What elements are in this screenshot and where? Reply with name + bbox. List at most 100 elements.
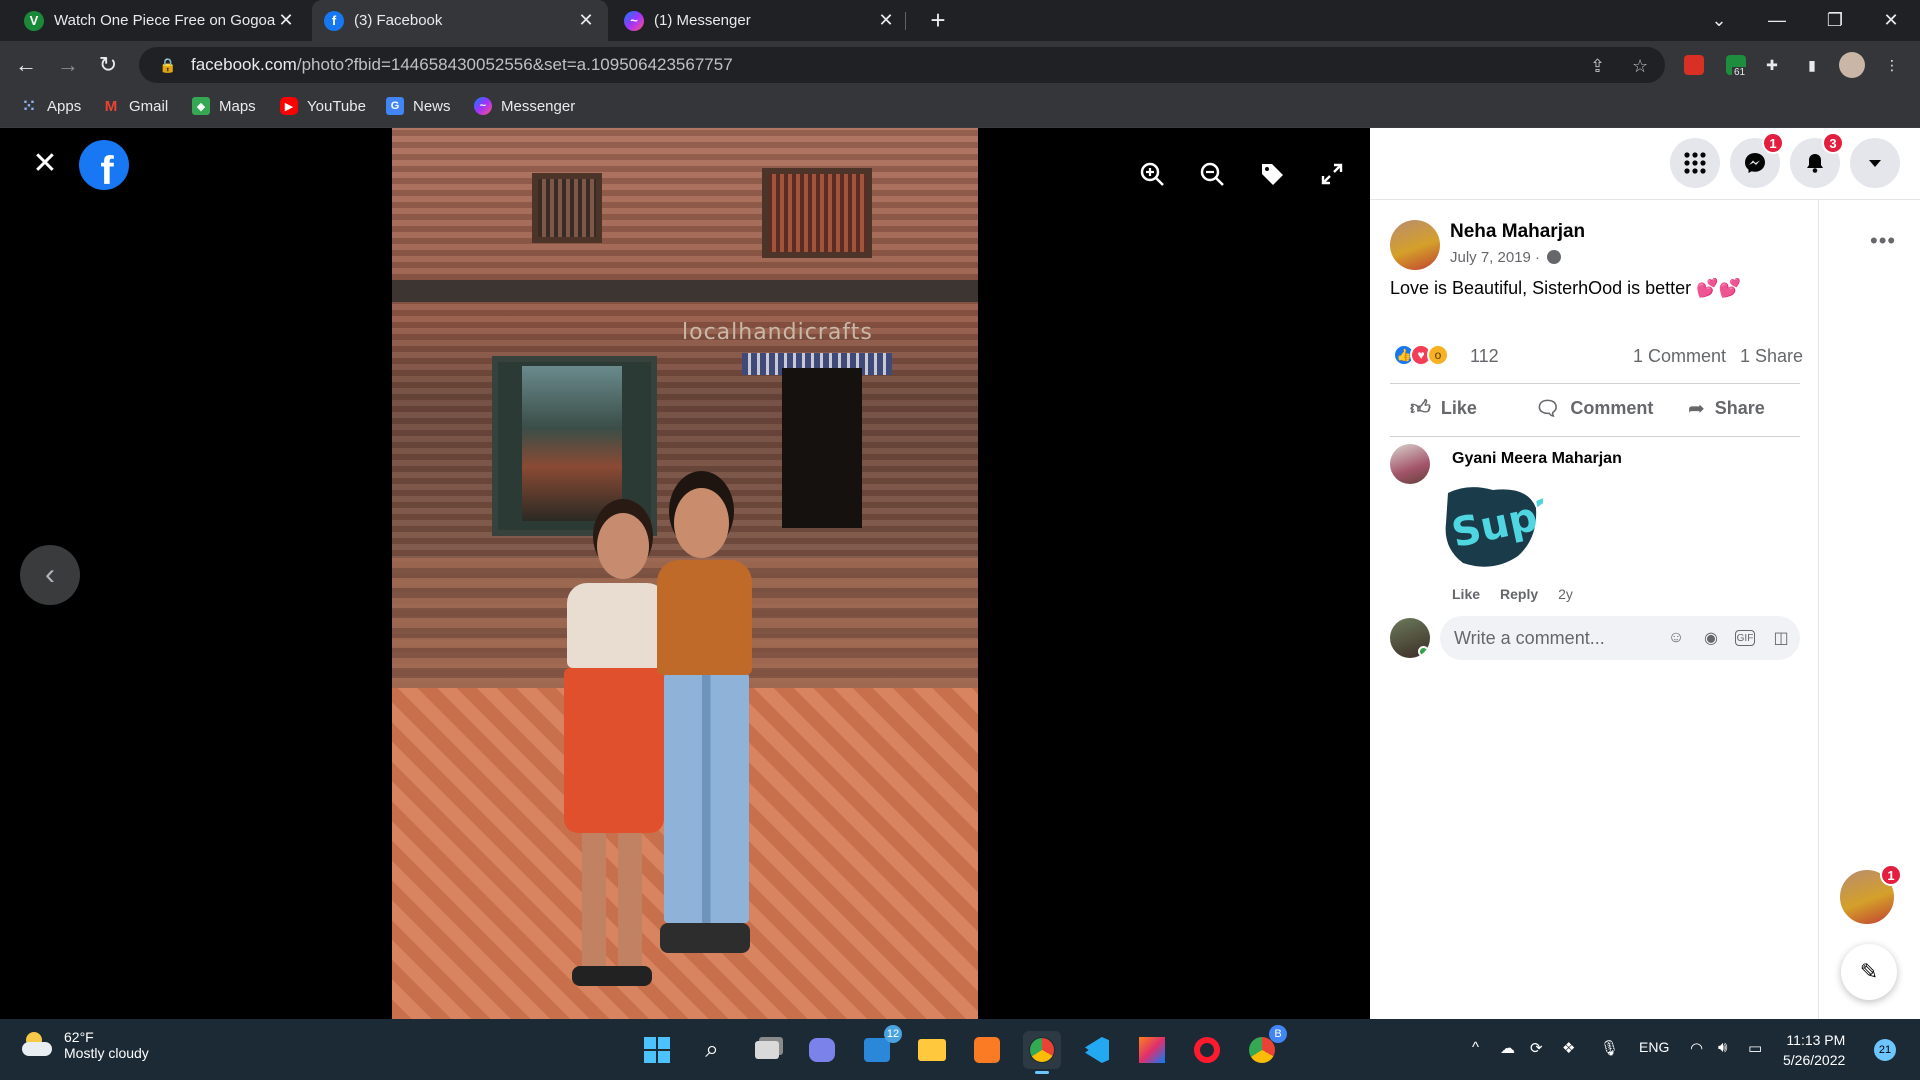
photo-sandals [572, 966, 652, 986]
notification-center-badge[interactable]: 21 [1874, 1039, 1896, 1061]
comment-count[interactable]: 1 Comment [1633, 346, 1726, 367]
bookmark-apps[interactable]: ⁙ Apps [20, 97, 81, 116]
minimize-icon[interactable]: — [1748, 0, 1806, 41]
address-bar[interactable]: 🔒 facebook.com /photo?fbid=1446584300525… [139, 47, 1665, 83]
forward-icon[interactable]: → [52, 49, 84, 81]
side-panel-icon[interactable]: ▮ [1798, 51, 1826, 79]
globe-icon [1547, 250, 1562, 264]
bookmark-news[interactable]: G News [386, 97, 451, 115]
task-view-icon[interactable] [748, 1031, 786, 1069]
tab-search-icon[interactable]: ⌄ [1690, 0, 1748, 41]
close-icon[interactable]: ✕ [576, 10, 596, 31]
emoji-icon[interactable]: ☺ [1665, 627, 1687, 649]
share-count[interactable]: 1 Share [1740, 346, 1803, 367]
file-explorer-icon[interactable] [913, 1031, 951, 1069]
sync-icon[interactable]: ⟳ [1530, 1039, 1543, 1057]
url-host: facebook.com [191, 55, 297, 74]
photo-person-head [597, 513, 649, 579]
fullscreen-icon[interactable] [1314, 156, 1350, 192]
account-menu-button[interactable] [1850, 138, 1900, 188]
close-icon[interactable]: ✕ [276, 10, 296, 31]
like-button[interactable]: 👍︎ Like [1410, 396, 1477, 420]
new-message-button[interactable]: ✎ [1841, 944, 1897, 1000]
tab-facebook[interactable]: f (3) Facebook ✕ [312, 0, 608, 41]
comment-actions: Like Reply 2y [1452, 586, 1573, 602]
tab-messenger[interactable]: ~ (1) Messenger ✕ [612, 0, 908, 41]
bookmark-maps[interactable]: ◆ Maps [192, 97, 256, 115]
close-viewer-icon[interactable]: ✕ [30, 149, 60, 180]
dropbox-icon[interactable]: ❖ [1562, 1039, 1575, 1057]
more-options-icon[interactable]: ••• [1870, 228, 1896, 254]
volume-icon[interactable]: 🔊︎ [1718, 1039, 1727, 1056]
bookmark-gmail[interactable]: M Gmail [102, 97, 168, 115]
microsoft-store-icon[interactable]: 12 [858, 1025, 902, 1069]
messenger-button[interactable]: 1 [1730, 132, 1784, 188]
microphone-icon[interactable]: 🎙︎ [1600, 1039, 1619, 1057]
sticker-icon[interactable]: ◫ [1770, 627, 1792, 649]
system-clock[interactable]: 11:13 PM 5/26/2022 [1783, 1030, 1845, 1070]
wifi-icon[interactable]: ◠ [1690, 1039, 1703, 1057]
comment-like-link[interactable]: Like [1452, 586, 1480, 602]
back-icon[interactable]: ← [10, 49, 42, 81]
chat-head-avatar[interactable]: 1 [1838, 864, 1902, 926]
comment-reply-link[interactable]: Reply [1500, 586, 1538, 602]
bookmark-messenger[interactable]: ~ Messenger [474, 97, 575, 115]
current-user-avatar[interactable] [1390, 618, 1430, 658]
window-close-icon[interactable]: ✕ [1862, 0, 1920, 41]
intellij-icon[interactable] [1133, 1031, 1171, 1069]
chrome-taskbar-icon[interactable] [1023, 1031, 1061, 1074]
tag-icon[interactable] [1254, 156, 1290, 192]
battery-icon[interactable]: ▭ [1748, 1039, 1762, 1057]
comment-bubble-icon: 🗨︎ [1535, 398, 1561, 420]
photo-person-legs [582, 828, 642, 968]
post-photo[interactable]: localhandicrafts [392, 128, 978, 1019]
teams-chat-icon[interactable] [803, 1031, 841, 1069]
reaction-icons[interactable]: 👍 ♥ o [1393, 344, 1449, 366]
restore-icon[interactable]: ❐ [1806, 0, 1864, 41]
close-icon[interactable]: ✕ [876, 10, 896, 31]
show-hidden-icons[interactable]: ^ [1472, 1039, 1479, 1056]
previous-photo-button[interactable]: ‹ [20, 545, 80, 605]
bookmark-youtube[interactable]: ▶ YouTube [280, 97, 366, 115]
windows-taskbar: 62°F Mostly cloudy ⌕ 12 B ^ ☁ ⟳ ❖ 🎙︎ ENG… [0, 1019, 1920, 1080]
sup-sticker: Sup? [1438, 478, 1564, 578]
gif-icon[interactable]: GIF [1735, 630, 1755, 646]
comment-author-name[interactable]: Gyani Meera Maharjan [1452, 450, 1622, 468]
author-avatar[interactable] [1390, 220, 1440, 270]
post-author-name[interactable]: Neha Maharjan [1450, 221, 1585, 243]
reload-icon[interactable]: ↻ [92, 49, 124, 81]
scrollbar-track[interactable] [1818, 200, 1819, 1019]
extension-shield-icon[interactable]: 61 [1722, 51, 1750, 79]
weather-widget[interactable]: 62°F Mostly cloudy [22, 1029, 149, 1061]
start-button[interactable] [638, 1031, 676, 1069]
opera-icon[interactable] [1188, 1031, 1226, 1069]
comment-age[interactable]: 2y [1558, 586, 1573, 602]
chrome-menu-icon[interactable]: ⋮ [1878, 51, 1906, 79]
bookmark-star-icon[interactable]: ☆ [1632, 56, 1648, 77]
extensions-puzzle-icon[interactable]: ✚ [1758, 51, 1786, 79]
zoom-out-icon[interactable] [1194, 156, 1230, 192]
menu-grid-button[interactable] [1670, 138, 1720, 188]
share-button[interactable]: ➦ Share [1688, 396, 1765, 421]
onedrive-icon[interactable]: ☁ [1500, 1039, 1515, 1057]
commenter-avatar[interactable] [1390, 444, 1430, 484]
vscode-icon[interactable] [1078, 1031, 1116, 1069]
language-indicator[interactable]: ENG [1639, 1039, 1669, 1055]
new-tab-button[interactable]: + [923, 6, 953, 36]
profile-avatar-icon[interactable] [1838, 51, 1866, 79]
facebook-icon: f [324, 10, 344, 31]
extension-red-icon[interactable] [1680, 51, 1708, 79]
share-icon[interactable]: ⇪ [1590, 56, 1605, 77]
facebook-logo-icon[interactable]: f [79, 140, 129, 190]
tab-gogoanime[interactable]: V Watch One Piece Free on Gogoanime ✕ [12, 0, 308, 41]
search-icon[interactable]: ⌕ [693, 1031, 731, 1069]
xampp-icon[interactable] [968, 1031, 1006, 1069]
comment-button[interactable]: 🗨︎ Comment [1535, 396, 1653, 421]
reaction-count[interactable]: 112 [1470, 346, 1499, 367]
comment-input[interactable]: Write a comment... ☺ ◉ GIF ◫ [1440, 616, 1800, 660]
post-date[interactable]: July 7, 2019 · [1450, 249, 1562, 266]
chrome-profile-icon[interactable]: B [1243, 1025, 1287, 1069]
zoom-in-icon[interactable] [1134, 156, 1170, 192]
camera-icon[interactable]: ◉ [1700, 627, 1722, 649]
notifications-button[interactable]: 3 [1790, 132, 1844, 188]
